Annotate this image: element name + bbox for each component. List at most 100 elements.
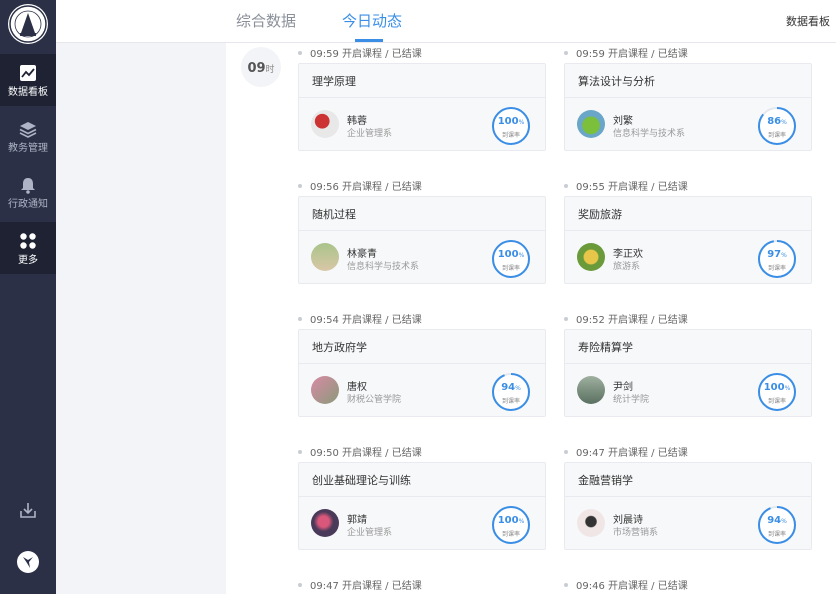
hour-marker: 09时 [241, 47, 281, 87]
teacher-department: 企业管理系 [347, 129, 393, 139]
teacher-avatar [311, 243, 339, 271]
timeline-dot [298, 583, 302, 587]
sidebar: 数据看板 教务管理 行政通知 更多 [0, 0, 56, 594]
user-avatar-icon[interactable] [17, 551, 39, 573]
course-title: 奖励旅游 [578, 208, 622, 221]
sidebar-item-academic[interactable]: 教务管理 [0, 110, 56, 162]
teacher-department: 市场营销系 [613, 528, 659, 538]
course-title: 寿险精算学 [578, 341, 633, 354]
teacher-name: 尹剑 [613, 382, 633, 393]
course-card[interactable]: 理学原理 韩蓉 企业管理系 100% 到课率 [298, 63, 546, 151]
teacher-department: 财税公管学院 [347, 395, 402, 405]
teacher-name: 刘繁 [613, 116, 633, 127]
course-title: 创业基础理论与训练 [312, 474, 411, 487]
timeline-dot [298, 184, 302, 188]
timeline-dot [564, 51, 568, 55]
timeline-dot [564, 450, 568, 454]
tab-overview[interactable]: 综合数据 [236, 10, 296, 31]
course-time-status: 09:59 开启课程 / 已结课 [564, 45, 688, 60]
teacher-avatar [577, 509, 605, 537]
teacher-avatar [311, 509, 339, 537]
university-logo [8, 4, 48, 44]
card-divider [565, 97, 811, 98]
timeline-dot [298, 450, 302, 454]
timeline-dot [298, 317, 302, 321]
course-card[interactable]: 寿险精算学 尹剑 统计学院 100% 到课率 [564, 329, 812, 417]
attendance-rate: 100% [497, 249, 525, 260]
attendance-rate-label: 到课率 [501, 265, 520, 272]
teacher-name: 郭靖 [347, 515, 367, 526]
download-icon[interactable] [18, 500, 38, 520]
attendance-rate-label: 到课率 [501, 531, 520, 538]
top-bar: 综合数据 今日动态 数据看板 [56, 0, 836, 43]
teacher-department: 统计学院 [613, 395, 650, 405]
bell-icon [21, 178, 35, 194]
attendance-ring: 100% 到课率 [489, 237, 533, 281]
course-time-status: 09:54 开启课程 / 已结课 [298, 311, 422, 326]
card-divider [299, 363, 545, 364]
teacher-avatar [577, 110, 605, 138]
attendance-ring: 86% 到课率 [755, 104, 799, 148]
teacher-name: 李正欢 [613, 249, 643, 260]
teacher-department: 信息科学与技术系 [347, 262, 420, 272]
attendance-ring: 94% 到课率 [755, 503, 799, 547]
teacher-avatar [577, 376, 605, 404]
dashboard-link[interactable]: 数据看板 [786, 13, 830, 29]
card-divider [299, 496, 545, 497]
left-blank-panel [56, 43, 226, 594]
teacher-avatar [577, 243, 605, 271]
course-title: 金融营销学 [578, 474, 633, 487]
course-card[interactable]: 金融营销学 刘晨诗 市场营销系 94% 到课率 [564, 462, 812, 550]
attendance-rate-label: 到课率 [767, 265, 786, 272]
card-divider [565, 230, 811, 231]
sidebar-item-dashboard[interactable]: 数据看板 [0, 54, 56, 106]
attendance-rate-label: 到课率 [767, 531, 786, 538]
course-title: 理学原理 [312, 75, 356, 88]
sidebar-item-label: 更多 [18, 255, 38, 266]
teacher-department: 旅游系 [613, 262, 641, 272]
sidebar-item-notices[interactable]: 行政通知 [0, 166, 56, 218]
teacher-department: 信息科学与技术系 [613, 129, 686, 139]
timeline-dot [298, 51, 302, 55]
attendance-rate: 94% [767, 515, 787, 526]
course-card[interactable]: 算法设计与分析 刘繁 信息科学与技术系 86% 到课率 [564, 63, 812, 151]
attendance-rate: 94% [501, 382, 521, 393]
sidebar-item-more[interactable]: 更多 [0, 222, 56, 274]
teacher-avatar [311, 376, 339, 404]
attendance-rate-label: 到课率 [767, 398, 786, 405]
course-title: 随机过程 [312, 208, 356, 221]
course-time-status: 09:47 开启课程 / 已结课 [298, 577, 422, 592]
teacher-name: 唐权 [347, 382, 367, 393]
attendance-ring: 100% 到课率 [489, 503, 533, 547]
tab-today[interactable]: 今日动态 [342, 10, 402, 31]
attendance-ring: 94% 到课率 [489, 370, 533, 414]
attendance-ring: 100% 到课率 [755, 370, 799, 414]
active-tab-indicator [355, 39, 383, 42]
course-card[interactable]: 创业基础理论与训练 郭靖 企业管理系 100% 到课率 [298, 462, 546, 550]
chart-line-icon [20, 65, 36, 81]
course-time-status: 09:56 开启课程 / 已结课 [298, 178, 422, 193]
sidebar-item-label: 行政通知 [8, 199, 48, 210]
attendance-rate-label: 到课率 [501, 398, 520, 405]
timeline-content: 09时 09:59 开启课程 / 已结课 理学原理 韩蓉 企业管理系 100% … [226, 43, 836, 594]
course-time-status: 09:55 开启课程 / 已结课 [564, 178, 688, 193]
grid-icon [20, 233, 36, 249]
teacher-name: 刘晨诗 [613, 515, 643, 526]
teacher-name: 林豪青 [347, 249, 377, 260]
attendance-rate: 100% [497, 116, 525, 127]
attendance-rate: 100% [497, 515, 525, 526]
course-time-status: 09:50 开启课程 / 已结课 [298, 444, 422, 459]
layers-icon [19, 122, 37, 138]
course-title: 算法设计与分析 [578, 75, 655, 88]
attendance-rate: 97% [767, 249, 787, 260]
course-card[interactable]: 奖励旅游 李正欢 旅游系 97% 到课率 [564, 196, 812, 284]
course-time-status: 09:46 开启课程 / 已结课 [564, 577, 688, 592]
attendance-ring: 97% 到课率 [755, 237, 799, 281]
attendance-rate: 100% [763, 382, 791, 393]
course-time-status: 09:47 开启课程 / 已结课 [564, 444, 688, 459]
course-title: 地方政府学 [312, 341, 367, 354]
attendance-rate-label: 到课率 [767, 132, 786, 139]
course-card[interactable]: 地方政府学 唐权 财税公管学院 94% 到课率 [298, 329, 546, 417]
attendance-rate: 86% [767, 116, 787, 127]
course-card[interactable]: 随机过程 林豪青 信息科学与技术系 100% 到课率 [298, 196, 546, 284]
